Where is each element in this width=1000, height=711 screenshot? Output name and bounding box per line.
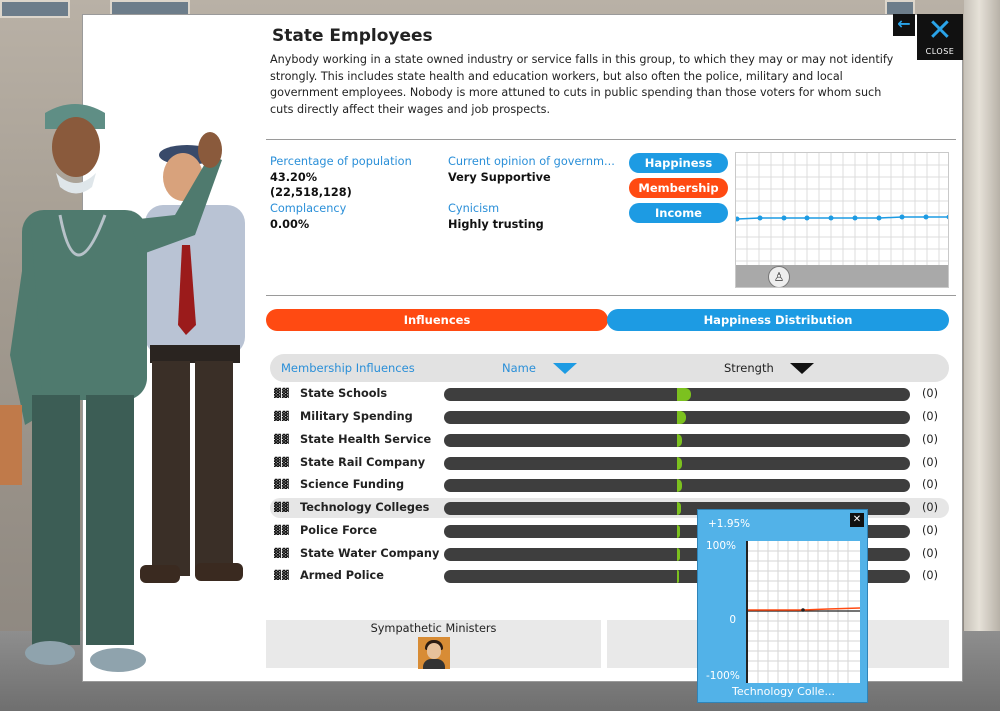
voter-icon[interactable]: ♙	[768, 266, 790, 287]
people-icon: ▓▓	[274, 389, 290, 399]
y-axis-top-label: 100%	[706, 540, 737, 552]
influence-name: Police Force	[300, 524, 378, 537]
people-icon: ▓▓	[274, 480, 290, 490]
influence-detail-plot	[746, 541, 861, 683]
influence-strength-bar	[444, 388, 910, 401]
opinion-value: Very Supportive	[448, 171, 551, 184]
influences-title: Membership Influences	[281, 361, 415, 375]
opinion-label: Current opinion of governm...	[448, 155, 615, 168]
influence-strength-fill	[677, 434, 682, 447]
influence-strength-bar	[444, 457, 910, 470]
influence-strength-fill	[677, 411, 686, 424]
back-arrow-icon[interactable]: ←	[893, 14, 915, 36]
influence-row[interactable]: ▓▓ State Rail Company (0)	[270, 453, 949, 473]
divider	[266, 295, 956, 296]
influence-name: Military Spending	[300, 410, 413, 423]
percentage-value: 43.20%	[270, 171, 318, 184]
happiness-button[interactable]: Happiness	[629, 153, 728, 173]
influences-header: Membership Influences Name Strength	[270, 354, 949, 382]
income-button[interactable]: Income	[629, 203, 728, 223]
membership-button[interactable]: Membership	[629, 178, 728, 198]
influence-name: Technology Colleges	[300, 501, 430, 514]
influence-name: State Rail Company	[300, 456, 426, 469]
people-icon: ▓▓	[274, 458, 290, 468]
sort-name-chevron-down-icon[interactable]	[553, 363, 577, 374]
influence-detail-name: Technology Colle...	[732, 685, 835, 698]
close-icon[interactable]: ✕	[850, 513, 864, 527]
sort-strength-chevron-down-icon[interactable]	[790, 363, 814, 374]
influence-value: (0)	[922, 478, 939, 491]
influence-strength-bar	[444, 434, 910, 447]
close-icon: ✕	[927, 13, 953, 48]
sympathetic-ministers-label: Sympathetic Ministers	[370, 622, 497, 635]
sort-by-strength-label[interactable]: Strength	[724, 361, 774, 375]
sort-by-name-label[interactable]: Name	[502, 361, 536, 375]
influence-value: (0)	[922, 410, 939, 423]
influence-name: Armed Police	[300, 569, 384, 582]
y-axis-bottom-label: -100%	[706, 670, 740, 682]
influence-value-label: +1.95%	[708, 518, 751, 530]
influence-strength-fill	[677, 525, 680, 538]
minister-avatar[interactable]	[418, 637, 450, 669]
people-icon: ▓▓	[274, 526, 290, 536]
complacency-label: Complacency	[270, 202, 347, 215]
influence-name: State Water Company	[300, 547, 440, 560]
page-title: State Employees	[272, 26, 433, 46]
background-window	[0, 0, 70, 18]
influence-strength-fill	[677, 457, 682, 470]
influence-name: State Schools	[300, 387, 388, 400]
tab-happiness-distribution[interactable]: Happiness Distribution	[607, 309, 949, 331]
population-value: (22,518,128)	[270, 186, 352, 199]
influence-strength-fill	[677, 570, 679, 583]
influence-value: (0)	[922, 524, 939, 537]
influence-name: Science Funding	[300, 478, 405, 491]
influence-strength-fill	[677, 548, 680, 561]
tab-influences[interactable]: Influences	[266, 309, 608, 331]
influence-strength-fill	[677, 479, 682, 492]
close-label: CLOSE	[925, 47, 955, 56]
influence-value: (0)	[922, 456, 939, 469]
influence-row[interactable]: ▓▓ State Health Service (0)	[270, 430, 949, 450]
history-graph-grid	[736, 153, 948, 267]
people-icon: ▓▓	[274, 549, 290, 559]
influence-value: (0)	[922, 433, 939, 446]
people-icon: ▓▓	[274, 503, 290, 513]
influence-name: State Health Service	[300, 433, 432, 446]
influence-value: (0)	[922, 501, 939, 514]
influence-row[interactable]: ▓▓ State Schools (0)	[270, 384, 949, 404]
influence-strength-bar	[444, 479, 910, 492]
y-axis-mid-label: 0	[729, 614, 736, 626]
divider	[266, 139, 956, 140]
influence-value: (0)	[922, 569, 939, 582]
influence-row[interactable]: ▓▓ Science Funding (0)	[270, 475, 949, 495]
background-column	[964, 0, 1000, 711]
cynicism-label: Cynicism	[448, 202, 500, 215]
influence-strength-fill	[677, 388, 691, 401]
state-employees-illustration	[0, 104, 245, 672]
percentage-label: Percentage of population	[270, 155, 412, 168]
complacency-value: 0.00%	[270, 218, 310, 231]
history-graph: ♙	[735, 152, 949, 288]
people-icon: ▓▓	[274, 435, 290, 445]
influence-strength-fill	[677, 502, 681, 515]
influence-detail-popup: +1.95% ✕ 100% 0 -100% Technology Colle..	[697, 509, 868, 703]
people-icon: ▓▓	[274, 412, 290, 422]
influence-row[interactable]: ▓▓ Military Spending (0)	[270, 407, 949, 427]
cynicism-value: Highly trusting	[448, 218, 544, 231]
influence-value: (0)	[922, 387, 939, 400]
group-description: Anybody working in a state owned industr…	[270, 53, 894, 116]
influence-value: (0)	[922, 547, 939, 560]
influence-strength-bar	[444, 411, 910, 424]
people-icon: ▓▓	[274, 571, 290, 581]
close-button[interactable]: ✕ CLOSE	[917, 14, 963, 60]
